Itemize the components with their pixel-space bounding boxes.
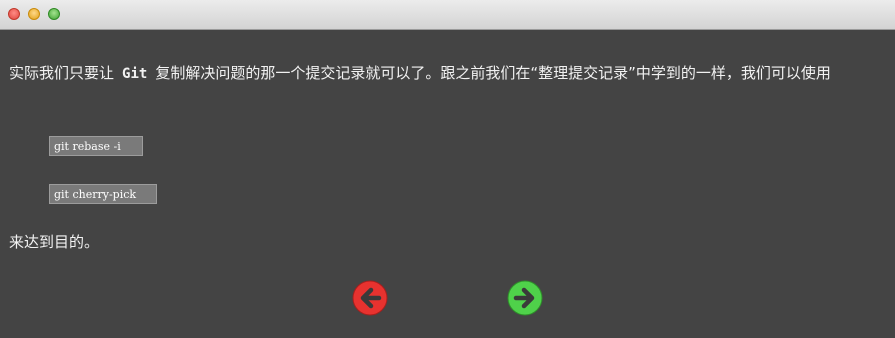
window-titlebar — [0, 0, 895, 30]
next-button[interactable] — [507, 280, 543, 316]
intro-text-before: 实际我们只要让 — [9, 64, 115, 82]
arrow-left-icon — [352, 280, 388, 316]
cherry-pick-command-chip: git cherry-pick — [49, 184, 157, 204]
git-inline-code: Git — [122, 66, 148, 82]
zoom-window-button[interactable] — [48, 8, 60, 20]
dialog-content: 实际我们只要让 Git 复制解决问题的那一个提交记录就可以了。跟之前我们在“整理提交… — [0, 30, 895, 338]
closing-paragraph: 来达到目的。 — [9, 233, 100, 251]
rebase-command-chip: git rebase -i — [49, 136, 143, 156]
previous-button[interactable] — [352, 280, 388, 316]
arrow-right-icon — [507, 280, 543, 316]
intro-paragraph: 实际我们只要让 Git 复制解决问题的那一个提交记录就可以了。跟之前我们在“整理提交… — [9, 61, 889, 86]
minimize-window-button[interactable] — [28, 8, 40, 20]
intro-text-after: 复制解决问题的那一个提交记录就可以了。跟之前我们在“整理提交记录”中学到的一样，… — [155, 64, 831, 82]
close-window-button[interactable] — [8, 8, 20, 20]
